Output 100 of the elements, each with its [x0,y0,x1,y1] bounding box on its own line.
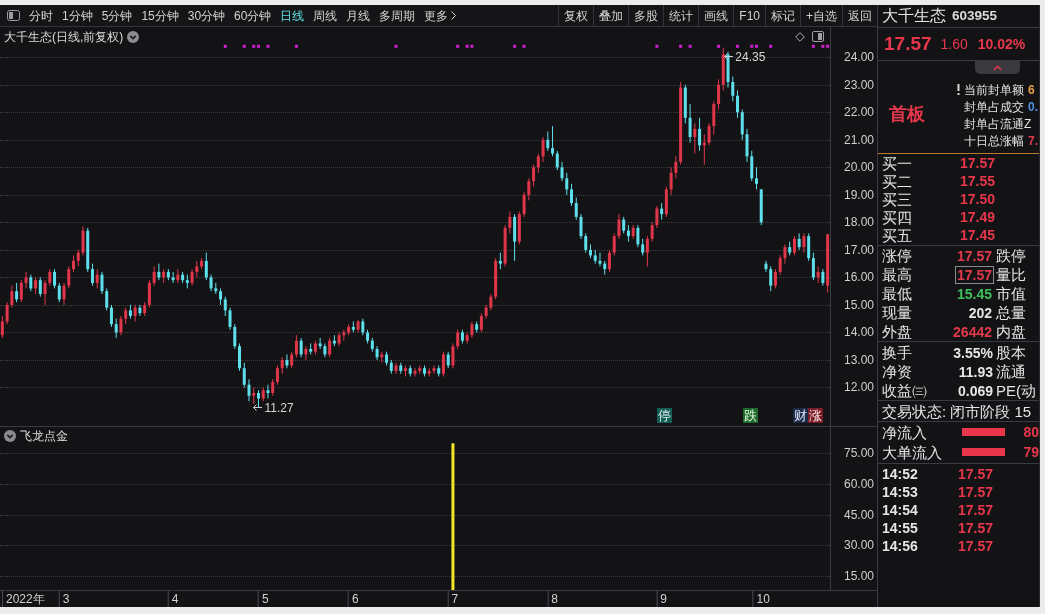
dropdown-circle-icon[interactable] [127,31,140,43]
signal-marker [513,44,517,48]
axis-label: 17.00 [843,242,874,257]
period-tab[interactable]: 分时 [29,8,53,23]
chevron-right-icon [451,11,457,20]
signal-marker [522,44,526,48]
period-tab[interactable]: 15分钟 [141,8,179,23]
axis-label: 16.00 [843,270,874,285]
period-tab[interactable]: 周线 [313,8,338,23]
dropdown-circle-icon[interactable] [4,430,16,442]
axis-label: 23.00 [843,77,874,92]
toolbar-button[interactable]: 标记 [765,5,800,26]
axis-label: 15.00 [843,297,874,312]
toolbar-button[interactable]: 多股 [628,5,664,26]
axis-label: 20.00 [843,160,874,175]
axis-label: 14.00 [843,325,874,340]
signal-marker [294,44,298,48]
event-tag: 涨 [808,408,823,423]
signal-marker [456,44,460,48]
indicator-title: 飞龙点金 [20,429,68,443]
toolbar-button[interactable]: 统计 [663,5,699,26]
time-axis-label: 8 [547,591,558,607]
quote-label: 换手 [881,344,913,361]
period-tab[interactable]: 月线 [346,8,371,23]
panel-toggle-icon[interactable] [7,10,20,21]
event-tag: 财 [793,408,808,423]
signal-marker [242,44,246,48]
axis-label: 75.00 [843,446,874,461]
period-tab[interactable]: 5分钟 [101,8,133,23]
flow-label: 净流入 [881,423,928,441]
period-tab[interactable]: 60分钟 [234,8,272,23]
quote-label: 涨停 [881,247,913,264]
signal-marker [394,44,398,48]
quote-label: 外盘 [881,323,913,340]
axis-label: 45.00 [843,507,874,522]
signal-marker [679,44,683,48]
quote-label: 流通 [996,363,1026,380]
price-annotation: 24.35 [735,49,766,64]
toolbar-button[interactable]: +自选 [800,5,842,26]
tick-price: 17.57 [958,484,994,500]
axis-label: 12.00 [843,380,874,395]
diamond-icon[interactable] [795,31,805,42]
stock-name: 大千生态 [882,7,946,25]
quote-value: 26442 [952,322,993,341]
quote-label: 现量 [881,304,913,321]
quote-label: 内盘 [996,323,1026,340]
period-tab[interactable]: 30分钟 [187,8,226,23]
period-tab[interactable]: 日线 [280,8,305,23]
signal-marker [266,44,270,48]
percent-change: 10.02% [977,36,1026,52]
tick-price: 17.57 [958,538,994,554]
board-stat-label: 当前封单额 [964,82,1024,97]
price-change: 1.60 [940,36,968,52]
order-level-label: 买三 [881,190,913,208]
quote-value: 17.57 [955,246,993,265]
axis-label: 19.00 [843,187,874,202]
tick-time: 14:55 [881,520,919,536]
board-stat-label: 封单占成交 [964,99,1024,114]
axis-label: 22.00 [843,105,874,120]
board-stat-value: 0. [1028,99,1038,114]
time-axis-label: 2022年 [2,591,45,607]
time-axis-label: 9 [656,591,667,607]
axis-label: 60.00 [843,477,874,492]
arrow-left-icon [724,53,734,61]
order-price: 17.49 [960,209,996,225]
toolbar-button[interactable]: F10 [733,5,765,26]
order-level-label: 买四 [881,208,913,226]
board-stat-label: 十日总涨幅 [964,133,1024,148]
price-annotation: 11.27 [264,400,294,415]
flow-value: 80 [1023,424,1039,440]
flow-value: 79 [1023,444,1039,460]
time-axis-label: 7 [447,591,459,607]
quote-label: 收益㈢ [881,382,926,399]
more-button[interactable]: 更多 [424,8,457,23]
quote-value: 202 [967,303,993,322]
axis-label: 21.00 [843,132,874,147]
order-level-label: 买五 [881,226,913,244]
last-price: 17.57 [884,33,932,55]
order-price: 17.50 [960,191,996,207]
event-tag: 跌 [743,408,758,423]
arrow-left-icon [253,404,263,412]
board-stat-label: 封单占流通Z [964,116,1032,131]
panel-toggle-icon[interactable] [812,31,824,42]
quote-label: 最高 [881,266,913,283]
toolbar-button[interactable]: 返回 [842,5,877,26]
toolbar-button[interactable]: 画线 [698,5,734,26]
order-price: 17.57 [960,155,996,171]
period-tab[interactable]: 多周期 [379,8,416,23]
toolbar-button[interactable]: 复权 [558,5,594,26]
board-stat-value: 6 [1028,82,1035,97]
toolbar-button[interactable]: 叠加 [593,5,629,26]
signal-marker [655,44,659,48]
quote-label: 市值 [996,285,1026,302]
collapse-button[interactable] [975,61,1020,74]
axis-label: 13.00 [843,352,874,367]
period-tab[interactable]: 1分钟 [62,8,93,23]
quote-label: 总量 [996,304,1026,321]
chevron-up-icon [993,64,1002,71]
time-axis-label: 6 [348,591,359,607]
order-price: 17.45 [960,227,996,243]
